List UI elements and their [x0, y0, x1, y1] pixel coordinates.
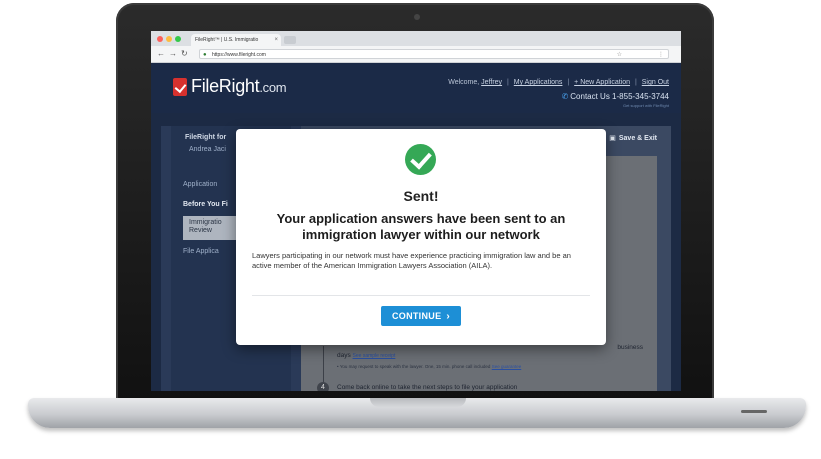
sidebar-item-file-application[interactable]: File Applica: [183, 248, 219, 255]
browser-tab[interactable]: FileRight™ | U.S. Immigratio ×: [191, 34, 281, 46]
browser-tab-bar: FileRight™ | U.S. Immigratio ×: [151, 31, 681, 46]
user-name-link[interactable]: Jeffrey: [481, 79, 502, 86]
continue-button-label: CONTINUE: [391, 311, 442, 321]
site-logo[interactable]: FileRight.com: [191, 76, 287, 97]
sample-receipt-link[interactable]: See sample receipt: [353, 353, 396, 359]
laptop-led: [741, 410, 767, 413]
step-text-days: days See sample receipt: [337, 352, 395, 359]
save-exit-button[interactable]: ▣ Save & Exit: [609, 134, 657, 142]
address-bar[interactable]: ● https://www.fileright.com ☆ ⋮: [199, 49, 669, 59]
modal-body-text: Lawyers participating in our network mus…: [252, 251, 571, 270]
browser-menu-icon[interactable]: ⋮: [658, 50, 664, 60]
check-circle-icon: [405, 144, 436, 175]
my-applications-link[interactable]: My Applications: [514, 79, 563, 86]
fileright-logo-icon: [173, 78, 187, 96]
new-tab-button[interactable]: [284, 36, 296, 44]
welcome-prefix: Welcome,: [448, 79, 480, 86]
browser-toolbar: ← → ↻ ● https://www.fileright.com ☆ ⋮: [151, 46, 681, 63]
new-application-link[interactable]: + New Application: [574, 79, 630, 86]
chevron-right-icon: ›: [446, 311, 451, 322]
sidebar-title: FileRight for: [185, 134, 227, 141]
modal-divider: [252, 295, 590, 296]
modal-heading: Your application answers have been sent …: [276, 211, 566, 242]
step-connector: [323, 346, 324, 386]
save-exit-label: Save & Exit: [618, 135, 657, 142]
modal-title: Sent!: [403, 188, 439, 204]
step-number-badge: 4: [317, 382, 329, 391]
window-close-button[interactable]: [157, 36, 163, 42]
window-maximize-button[interactable]: [175, 36, 181, 42]
lock-icon: ●: [203, 52, 207, 58]
step-days-label: days: [337, 352, 351, 359]
logo-main-text: FileRight: [191, 76, 260, 96]
sent-confirmation-modal: Sent! Your application answers have been…: [236, 129, 606, 345]
sidebar-section-application[interactable]: Application: [183, 181, 217, 188]
site-header: FileRight.com Welcome, Jeffrey | My Appl…: [151, 63, 681, 113]
browser-tab-title: FileRight™ | U.S. Immigratio: [195, 37, 259, 43]
sidebar-applicant-name: Andrea Jaci: [189, 146, 226, 153]
contact-us-link[interactable]: ✆ Contact Us 1-855-345-3744: [562, 92, 669, 101]
logo-suffix-text: .com: [259, 80, 287, 95]
step-text-end: business: [617, 344, 643, 351]
step-bullet: • You may request to speak with the lawy…: [337, 364, 522, 369]
sidebar-item-before-you-file[interactable]: Before You Fi: [183, 201, 228, 208]
continue-button[interactable]: CONTINUE ›: [381, 306, 461, 326]
guarantee-link[interactable]: See guarantee: [492, 364, 522, 369]
webcam: [414, 14, 420, 20]
contact-us-text: Contact Us 1-855-345-3744: [570, 92, 669, 101]
bookmark-star-icon[interactable]: ☆: [617, 50, 622, 60]
back-icon[interactable]: ←: [157, 49, 165, 59]
tab-close-icon[interactable]: ×: [274, 34, 278, 46]
step-bullet-text: You may request to speak with the lawyer…: [339, 364, 491, 369]
header-nav: Welcome, Jeffrey | My Applications | + N…: [448, 79, 669, 86]
step-text-next: Come back online to take the next steps …: [337, 384, 518, 391]
reload-icon[interactable]: ↻: [181, 49, 188, 59]
save-icon: ▣: [609, 135, 616, 142]
laptop-notch: [370, 398, 466, 407]
address-bar-url: https://www.fileright.com: [212, 52, 266, 58]
phone-icon: ✆: [561, 92, 569, 101]
forward-icon[interactable]: →: [169, 49, 177, 59]
window-minimize-button[interactable]: [166, 36, 172, 42]
sign-out-link[interactable]: Sign Out: [642, 79, 669, 86]
contact-subtext: Get support with FileRight: [622, 103, 669, 108]
